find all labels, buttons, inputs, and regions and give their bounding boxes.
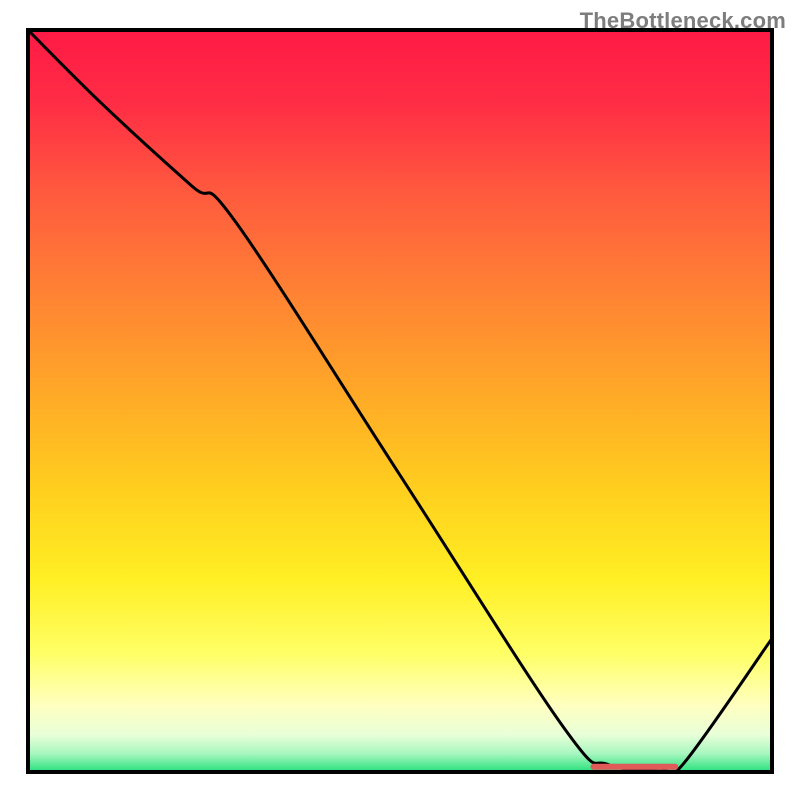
bottleneck-chart bbox=[0, 0, 800, 800]
gradient-background bbox=[28, 30, 772, 772]
chart-container: TheBottleneck.com bbox=[0, 0, 800, 800]
watermark-text: TheBottleneck.com bbox=[580, 8, 786, 34]
